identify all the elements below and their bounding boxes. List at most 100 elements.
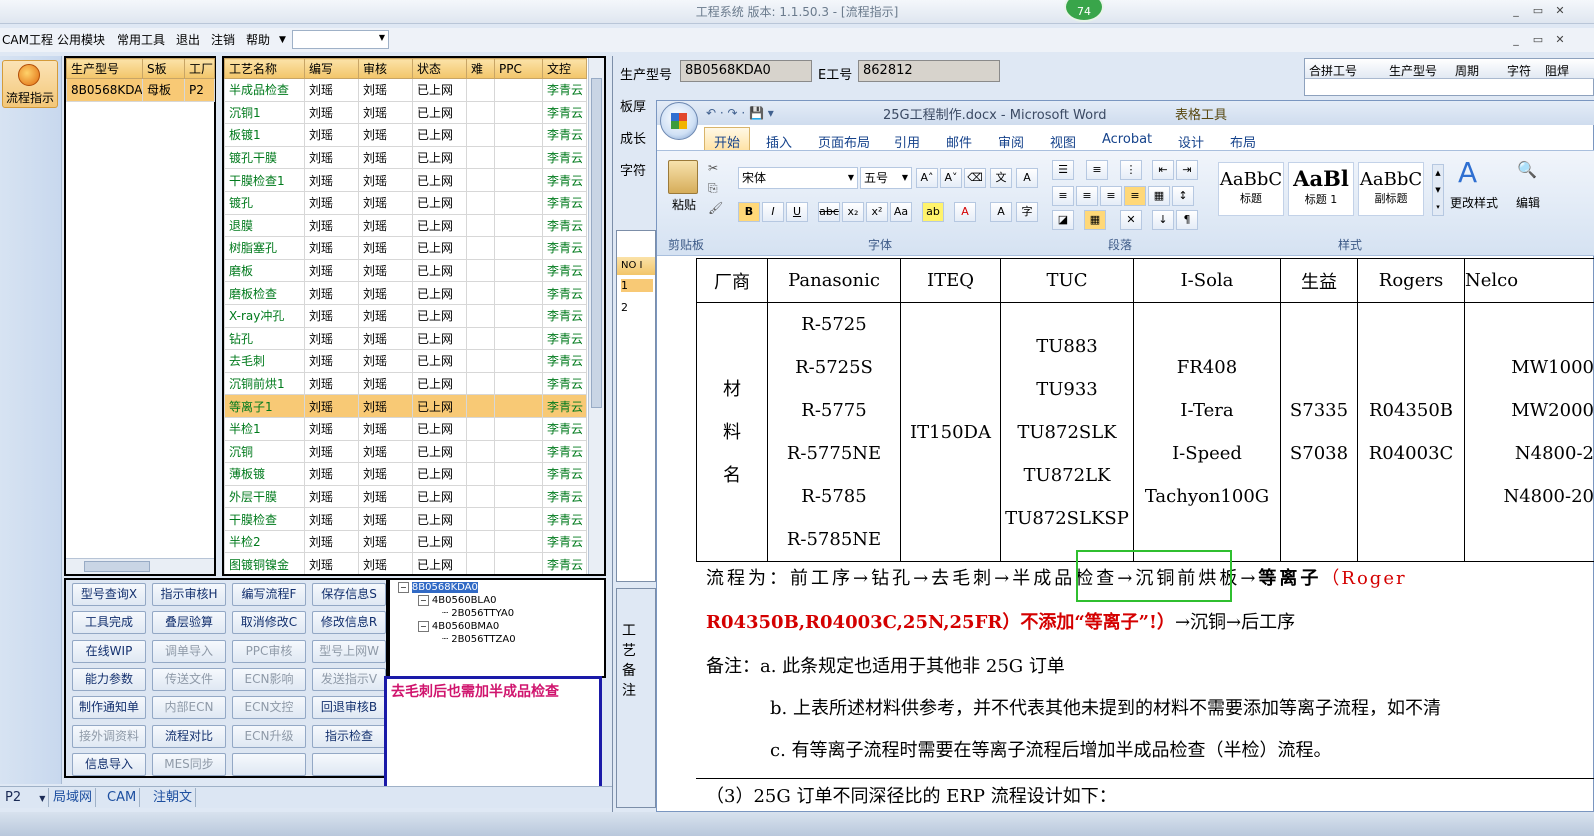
mdi-minimize-icon[interactable]: _ <box>1506 32 1526 48</box>
table-cell[interactable]: 刘瑶 <box>358 529 413 554</box>
font-size-combo[interactable]: 五号 ▼ <box>860 167 912 189</box>
table-cell[interactable]: 树脂塞孔 <box>224 236 305 260</box>
table-cell[interactable] <box>466 281 495 305</box>
table-cell[interactable] <box>466 349 495 373</box>
table-cell[interactable]: 刘瑶 <box>358 394 413 418</box>
table-cell[interactable]: 刘瑶 <box>304 439 359 464</box>
table-cell[interactable] <box>466 394 495 418</box>
menu-tools[interactable]: 常用工具 <box>117 31 165 49</box>
action-button[interactable]: PPC审核 <box>232 639 306 663</box>
table-cell[interactable] <box>494 462 543 486</box>
ribbon-tab[interactable]: 开始 <box>714 132 740 151</box>
ribbon-tab[interactable]: 设计 <box>1178 132 1204 151</box>
menu-help[interactable]: 帮助 <box>246 31 270 49</box>
table-cell[interactable]: 刘瑶 <box>358 190 413 215</box>
table-cell[interactable]: 李青云 <box>542 145 587 170</box>
table-cell[interactable]: 退膜 <box>224 213 305 238</box>
table-cell[interactable]: 已上网 <box>412 236 467 260</box>
table-cell[interactable] <box>466 439 495 464</box>
table-cell[interactable]: 李青云 <box>542 213 587 238</box>
table-cell[interactable]: 镀孔 <box>224 190 305 215</box>
table-cell[interactable]: 李青云 <box>542 552 587 574</box>
table-cell[interactable]: 刘瑶 <box>304 303 359 328</box>
table-cell[interactable]: 李青云 <box>542 462 587 486</box>
tree-node[interactable]: 2B056TTYA0 <box>451 608 514 619</box>
table-cell[interactable]: 去毛刺 <box>224 349 305 373</box>
table-cell[interactable]: 半检2 <box>224 529 305 554</box>
col-mask[interactable]: 阻焊 <box>1545 62 1569 79</box>
italic-icon[interactable]: I <box>762 202 784 222</box>
table-cell[interactable] <box>494 236 543 260</box>
table-cell[interactable]: 刘瑶 <box>358 123 413 147</box>
col-factory[interactable]: 工厂 <box>184 58 215 79</box>
action-button[interactable]: 信息导入 <box>72 752 146 776</box>
table-cell[interactable]: 板镀1 <box>224 123 305 147</box>
enclose-char-icon[interactable]: 字 <box>1016 202 1038 222</box>
table-cell[interactable]: 李青云 <box>542 123 587 147</box>
action-button[interactable]: 发送指示V <box>312 667 386 691</box>
eno-field[interactable]: 862812 <box>858 60 1000 82</box>
table-cell[interactable]: 干膜检查1 <box>224 168 305 192</box>
action-button[interactable] <box>312 752 386 776</box>
model-field[interactable]: 8B0568KDA0 <box>680 60 812 82</box>
tree-node-root[interactable]: 8B0568KDA0 <box>411 582 478 593</box>
grow-font-icon[interactable]: A˄ <box>916 168 938 188</box>
table-cell[interactable] <box>466 552 495 574</box>
restore-icon[interactable]: ▭ <box>1528 3 1548 19</box>
table-cell[interactable]: X-ray冲孔 <box>224 303 305 328</box>
chevron-down-icon[interactable]: ▼ <box>279 31 286 49</box>
action-button[interactable]: 回退审核B <box>312 696 386 720</box>
ribbon-tab[interactable]: 引用 <box>894 132 920 151</box>
table-cell[interactable]: 镀孔干膜 <box>224 145 305 170</box>
highlight-icon[interactable]: ab <box>922 202 944 222</box>
action-button[interactable]: 指示审核H <box>152 583 226 606</box>
tab-cam[interactable]: CAM <box>104 788 141 807</box>
table-cell[interactable]: 刘瑶 <box>358 236 413 260</box>
table-cell[interactable]: 李青云 <box>542 507 587 531</box>
action-button[interactable]: 调单导入 <box>152 639 226 663</box>
tree-node[interactable]: 4B0560BMA0 <box>432 621 499 632</box>
table-cell[interactable] <box>494 552 543 574</box>
quick-access-toolbar[interactable]: ↶ · ↷ · 💾 ▾ <box>706 106 774 120</box>
action-button[interactable]: 工具完成 <box>72 611 146 635</box>
menu-logout[interactable]: 注销 <box>211 31 235 49</box>
cut-copy-format-icons[interactable]: ✂ ⎘ 🖌 <box>708 158 723 218</box>
table-cell[interactable] <box>494 371 543 396</box>
tab-user[interactable]: 注朝文 <box>150 788 197 807</box>
action-button[interactable]: 修改信息R <box>312 611 386 635</box>
ribbon-tab[interactable]: 审阅 <box>998 132 1024 151</box>
table-cell[interactable] <box>494 507 543 531</box>
style-heading1[interactable]: AaBl 标题 1 <box>1288 162 1354 216</box>
ribbon-tab[interactable]: Acrobat <box>1102 132 1152 147</box>
table-cell[interactable]: 刘瑶 <box>304 100 359 125</box>
phonetic-icon[interactable]: 文 <box>990 168 1012 188</box>
align-right-icon[interactable]: ≡ <box>1100 186 1122 206</box>
underline-icon[interactable]: U <box>786 202 808 222</box>
action-button[interactable]: 制作通知单 <box>72 696 146 720</box>
table-cell[interactable]: 刘瑶 <box>304 258 359 283</box>
table-cell[interactable]: 李青云 <box>542 281 587 305</box>
table-cell[interactable]: 半成品检查 <box>224 78 305 102</box>
action-button[interactable]: 传送文件 <box>152 667 226 691</box>
action-button[interactable]: 叠层验算 <box>152 611 226 635</box>
table-cell[interactable]: 刘瑶 <box>304 190 359 215</box>
table-row[interactable]: X-ray冲孔 刘瑶 刘瑶 已上网 李青云 <box>224 303 587 328</box>
change-case-icon[interactable]: Aa <box>890 202 912 222</box>
col-reviewer[interactable]: 审核 <box>358 58 413 79</box>
tree-node[interactable]: 4B0560BLA0 <box>432 595 497 606</box>
table-cell[interactable]: 刘瑶 <box>304 281 359 305</box>
table-cell[interactable]: 刘瑶 <box>358 371 413 396</box>
table-cell[interactable] <box>494 213 543 238</box>
table-cell[interactable] <box>466 190 495 215</box>
col-merge-no[interactable]: 合拼工号 <box>1309 62 1357 79</box>
table-cell[interactable] <box>466 462 495 486</box>
table-cell[interactable] <box>494 190 543 215</box>
table-cell[interactable]: 8B0568KDA0 <box>66 78 143 102</box>
mdi-close-icon[interactable]: ✕ <box>1550 32 1570 48</box>
style-gallery-scroll[interactable]: ▲ ▼ ▾ <box>1432 164 1444 216</box>
table-cell[interactable]: 沉铜 <box>224 439 305 464</box>
table-cell[interactable]: 已上网 <box>412 78 467 102</box>
table-row[interactable]: 等离子1 刘瑶 刘瑶 已上网 李青云 <box>224 394 587 418</box>
table-row[interactable]: 退膜 刘瑶 刘瑶 已上网 李青云 <box>224 213 587 238</box>
table-row[interactable]: 半检1 刘瑶 刘瑶 已上网 李青云 <box>224 416 587 441</box>
